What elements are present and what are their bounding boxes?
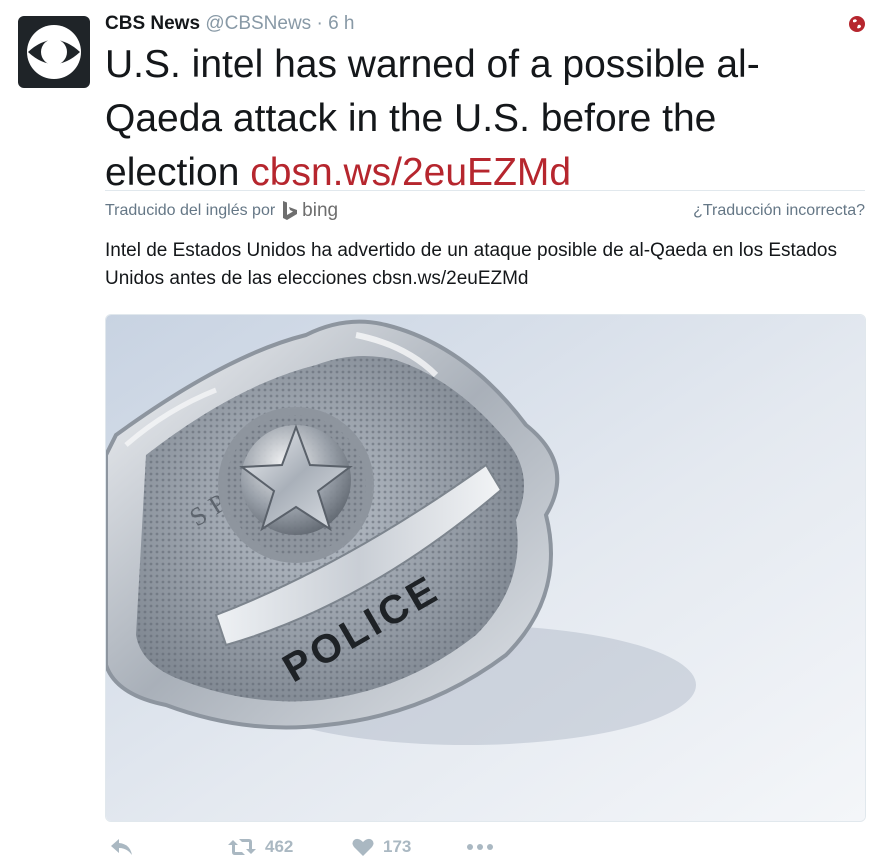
wrong-translation-link[interactable]: ¿Traducción incorrecta? [693, 202, 865, 220]
globe-icon[interactable] [847, 14, 867, 34]
bing-label: bing [302, 200, 339, 221]
translated-text: Intel de Estados Unidos ha advertido de … [105, 240, 838, 289]
retweet-count: 462 [265, 837, 294, 856]
like-count: 173 [383, 837, 412, 856]
reply-icon [111, 839, 132, 855]
translated-by-label: Traducido del inglés por [105, 202, 276, 219]
separator: · [316, 13, 323, 34]
cbs-eye-logo-icon [27, 25, 81, 79]
tweet-timestamp[interactable]: 6 h [328, 13, 354, 34]
reply-button[interactable] [109, 836, 135, 858]
heart-icon [352, 838, 374, 856]
like-button[interactable]: 173 [351, 836, 411, 858]
author-name[interactable]: CBS News [105, 13, 200, 34]
translation-bar: Traducido del inglés por bing ¿Traducció… [105, 198, 865, 224]
bing-icon [283, 201, 298, 220]
retweet-icon [228, 839, 256, 855]
author-handle[interactable]: @CBSNews [205, 13, 311, 34]
more-button[interactable] [465, 836, 495, 858]
tweet-link[interactable]: cbsn.ws/2euEZMd [250, 151, 571, 194]
tweet-header: CBS News @CBSNews · 6 h [105, 12, 861, 36]
retweet-button[interactable]: 462 [227, 836, 293, 858]
tweet-media-image[interactable]: SPECIAL POLICE [105, 314, 866, 822]
bing-logo[interactable]: bing [281, 200, 338, 222]
more-icon [467, 844, 493, 850]
tweet-text: U.S. intel has warned of a possible al-Q… [105, 38, 845, 200]
divider [105, 190, 865, 191]
avatar[interactable] [18, 16, 90, 88]
